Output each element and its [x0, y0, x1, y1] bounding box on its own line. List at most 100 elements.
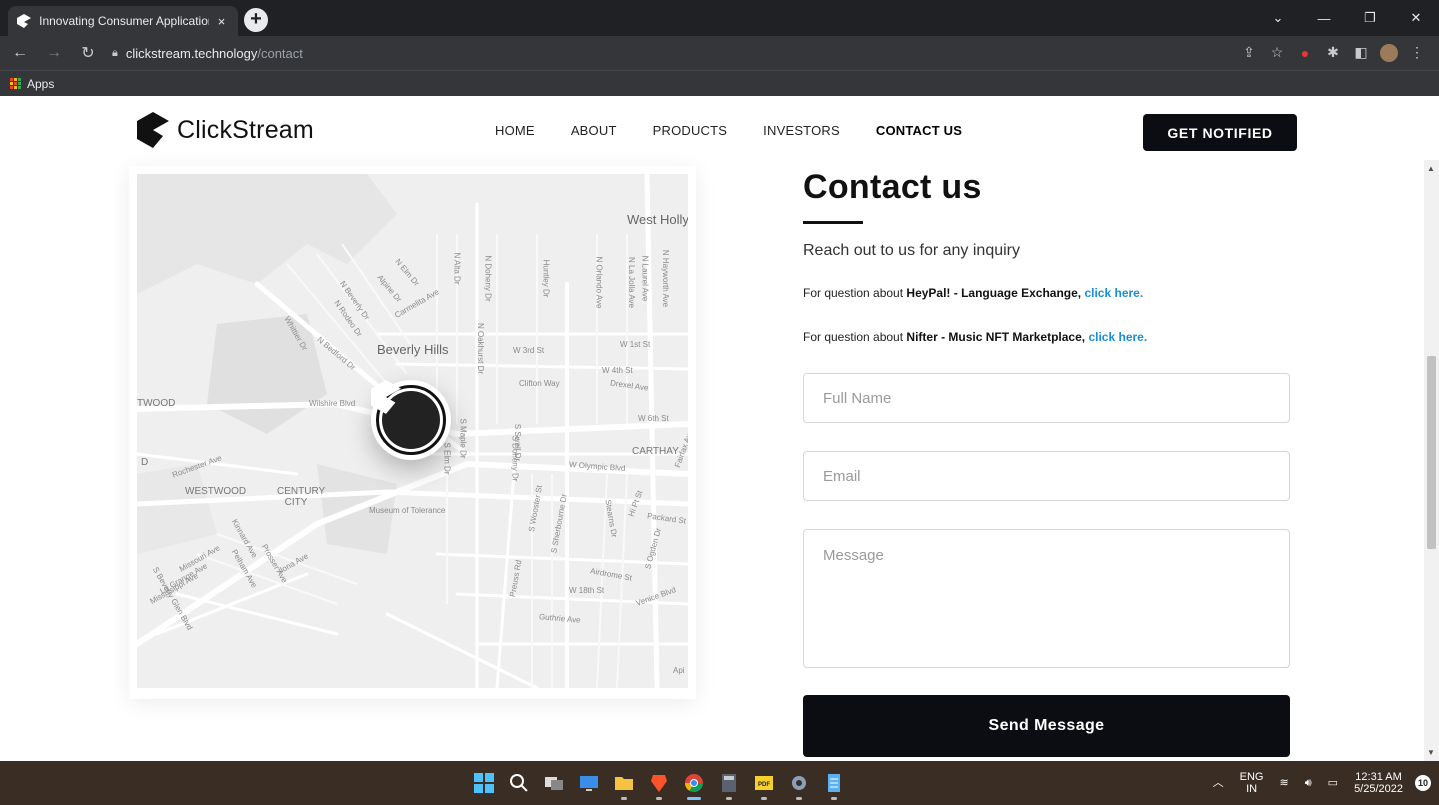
nav-investors[interactable]: INVESTORS — [763, 123, 840, 138]
notepad-icon[interactable] — [818, 767, 850, 800]
map-label: W 6th St — [638, 414, 669, 423]
bookmark-star-icon[interactable]: ☆ — [1263, 44, 1291, 61]
taskbar-apps: PDF — [468, 767, 853, 800]
site-header: ClickStream HOME ABOUT PRODUCTS INVESTOR… — [0, 96, 1424, 166]
map-label: S Swall Dr — [513, 423, 523, 462]
map-label: N Doheny Dr — [483, 255, 493, 302]
bookmarks-bar: Apps — [0, 70, 1439, 96]
map-label: West Holly — [627, 212, 688, 227]
scroll-down-icon[interactable]: ▼ — [1427, 748, 1435, 757]
menu-kebab-icon[interactable]: ⋮ — [1403, 44, 1431, 61]
nav-products[interactable]: PRODUCTS — [653, 123, 728, 138]
browser-toolbar: ← → ↻ 🔒︎ clickstream.technology/contact … — [0, 36, 1439, 70]
forward-icon[interactable]: → — [40, 44, 68, 62]
notification-badge[interactable]: 10 — [1415, 775, 1431, 791]
side-panel-icon[interactable]: ◧ — [1347, 44, 1375, 61]
tab-close-icon[interactable]: × — [213, 14, 230, 29]
search-icon[interactable] — [503, 767, 535, 799]
contact-subtitle: Reach out to us for any inquiry — [803, 242, 1021, 259]
calculator-icon[interactable] — [713, 767, 745, 800]
wifi-icon[interactable]: ≋ — [1280, 777, 1289, 789]
clickstream-favicon-icon — [16, 13, 31, 29]
apps-grid-icon — [10, 78, 21, 89]
title-divider — [803, 221, 863, 224]
file-explorer-icon[interactable] — [608, 767, 640, 800]
start-windows-icon[interactable] — [468, 767, 500, 799]
map-label: S Maple Dr — [458, 418, 468, 459]
map-label: Clifton Way — [519, 379, 560, 388]
bookmark-apps[interactable]: Apps — [27, 77, 54, 91]
maximize-button[interactable]: ❐ — [1347, 10, 1393, 26]
email-input[interactable] — [803, 451, 1290, 501]
map-card: West Holly Beverly Hills Wilshire Blvd W… — [129, 166, 696, 699]
map-label: N La Jolla Ave — [627, 257, 636, 308]
chrome-icon[interactable] — [678, 767, 710, 800]
heypal-click-here-link[interactable]: click here. — [1084, 286, 1143, 300]
heypal-question: For question about HeyPal! - Language Ex… — [803, 286, 1144, 300]
clickstream-logo-icon — [137, 112, 169, 148]
site-logo[interactable]: ClickStream — [137, 112, 314, 148]
map-label: Api — [673, 666, 685, 675]
map-location-marker[interactable] — [371, 380, 451, 460]
desktop-icon[interactable] — [573, 767, 605, 799]
scroll-up-icon[interactable]: ▲ — [1427, 164, 1435, 173]
task-view-icon[interactable] — [538, 767, 570, 799]
map-label: CENTURY CITY — [277, 486, 326, 508]
nifter-question: For question about Nifter - Music NFT Ma… — [803, 330, 1148, 344]
map-label: N Hayworth Ave — [661, 249, 671, 308]
language-indicator[interactable]: ENG IN — [1240, 771, 1264, 795]
battery-icon[interactable]: ▭ — [1328, 777, 1338, 789]
logo-text: ClickStream — [177, 115, 314, 144]
settings-gear-icon[interactable] — [783, 767, 815, 800]
location-map[interactable]: West Holly Beverly Hills Wilshire Blvd W… — [137, 174, 688, 688]
scroll-thumb[interactable] — [1427, 356, 1436, 549]
lock-icon[interactable]: 🔒︎ — [112, 47, 118, 60]
nav-home[interactable]: HOME — [495, 123, 535, 138]
clock-date: 5/25/2022 — [1354, 783, 1403, 795]
brave-browser-icon[interactable] — [643, 767, 675, 800]
nifter-click-here-link[interactable]: click here. — [1088, 330, 1147, 344]
new-tab-button[interactable]: + — [244, 8, 268, 32]
address-bar[interactable]: 🔒︎ clickstream.technology/contact — [112, 40, 1197, 66]
map-label: W 18th St — [569, 586, 605, 595]
system-tray: ︿ ENG IN ≋ 🔊︎ ▭ 12:31 AM 5/25/2022 10 — [1205, 761, 1431, 805]
window-controls: ⌄ — ❐ ✕ — [1255, 0, 1439, 36]
nav-about[interactable]: ABOUT — [571, 123, 617, 138]
page-scrollbar[interactable]: ▲ ▼ — [1424, 160, 1439, 761]
nav-contact-us[interactable]: CONTACT US — [876, 123, 962, 138]
map-label: N Orlando Ave — [594, 256, 604, 309]
message-textarea[interactable] — [803, 529, 1290, 668]
main-nav: HOME ABOUT PRODUCTS INVESTORS CONTACT US — [495, 123, 998, 138]
pdf-app-icon[interactable]: PDF — [748, 767, 780, 800]
profile-avatar-icon[interactable] — [1375, 44, 1403, 63]
share-icon[interactable]: ⇪ — [1235, 44, 1263, 61]
full-name-input[interactable] — [803, 373, 1290, 423]
map-label: WESTWOOD — [185, 486, 247, 497]
map-label: N Alta Dr — [452, 252, 462, 285]
tab-title: Innovating Consumer Application — [39, 14, 210, 28]
extension-red-icon[interactable]: ● — [1291, 45, 1319, 61]
map-label: W 4th St — [602, 366, 633, 375]
close-window-button[interactable]: ✕ — [1393, 10, 1439, 26]
get-notified-button[interactable]: GET NOTIFIED — [1143, 114, 1297, 151]
browser-tab[interactable]: Innovating Consumer Application × — [8, 6, 238, 36]
web-page: ClickStream HOME ABOUT PRODUCTS INVESTOR… — [0, 96, 1424, 761]
back-icon[interactable]: ← — [6, 44, 34, 62]
reload-icon[interactable]: ↻ — [74, 43, 102, 63]
minimize-button[interactable]: — — [1301, 11, 1347, 26]
map-label: CARTHAY — [632, 446, 679, 457]
contact-section: Contact us Reach out to us for any inqui… — [803, 168, 1290, 344]
send-message-button[interactable]: Send Message — [803, 695, 1290, 757]
svg-text:PDF: PDF — [758, 782, 770, 788]
windows-taskbar: PDF ︿ ENG IN ≋ 🔊︎ ▭ 12:31 AM 5/25/2022 10 — [0, 761, 1439, 805]
url-text: clickstream.technology/contact — [125, 45, 303, 61]
map-label: W 1st St — [620, 340, 651, 349]
map-label: S Elm Dr — [442, 442, 452, 475]
map-label: Wilshire Blvd — [309, 399, 356, 408]
tray-chevron-up-icon[interactable]: ︿ — [1213, 777, 1224, 789]
heypal-product-name: HeyPal! - Language Exchange, — [906, 286, 1082, 300]
tab-search-icon[interactable]: ⌄ — [1255, 10, 1301, 26]
extensions-puzzle-icon[interactable]: ✱ — [1319, 44, 1347, 61]
clock[interactable]: 12:31 AM 5/25/2022 — [1354, 771, 1403, 795]
volume-icon[interactable]: 🔊︎ — [1305, 777, 1312, 789]
